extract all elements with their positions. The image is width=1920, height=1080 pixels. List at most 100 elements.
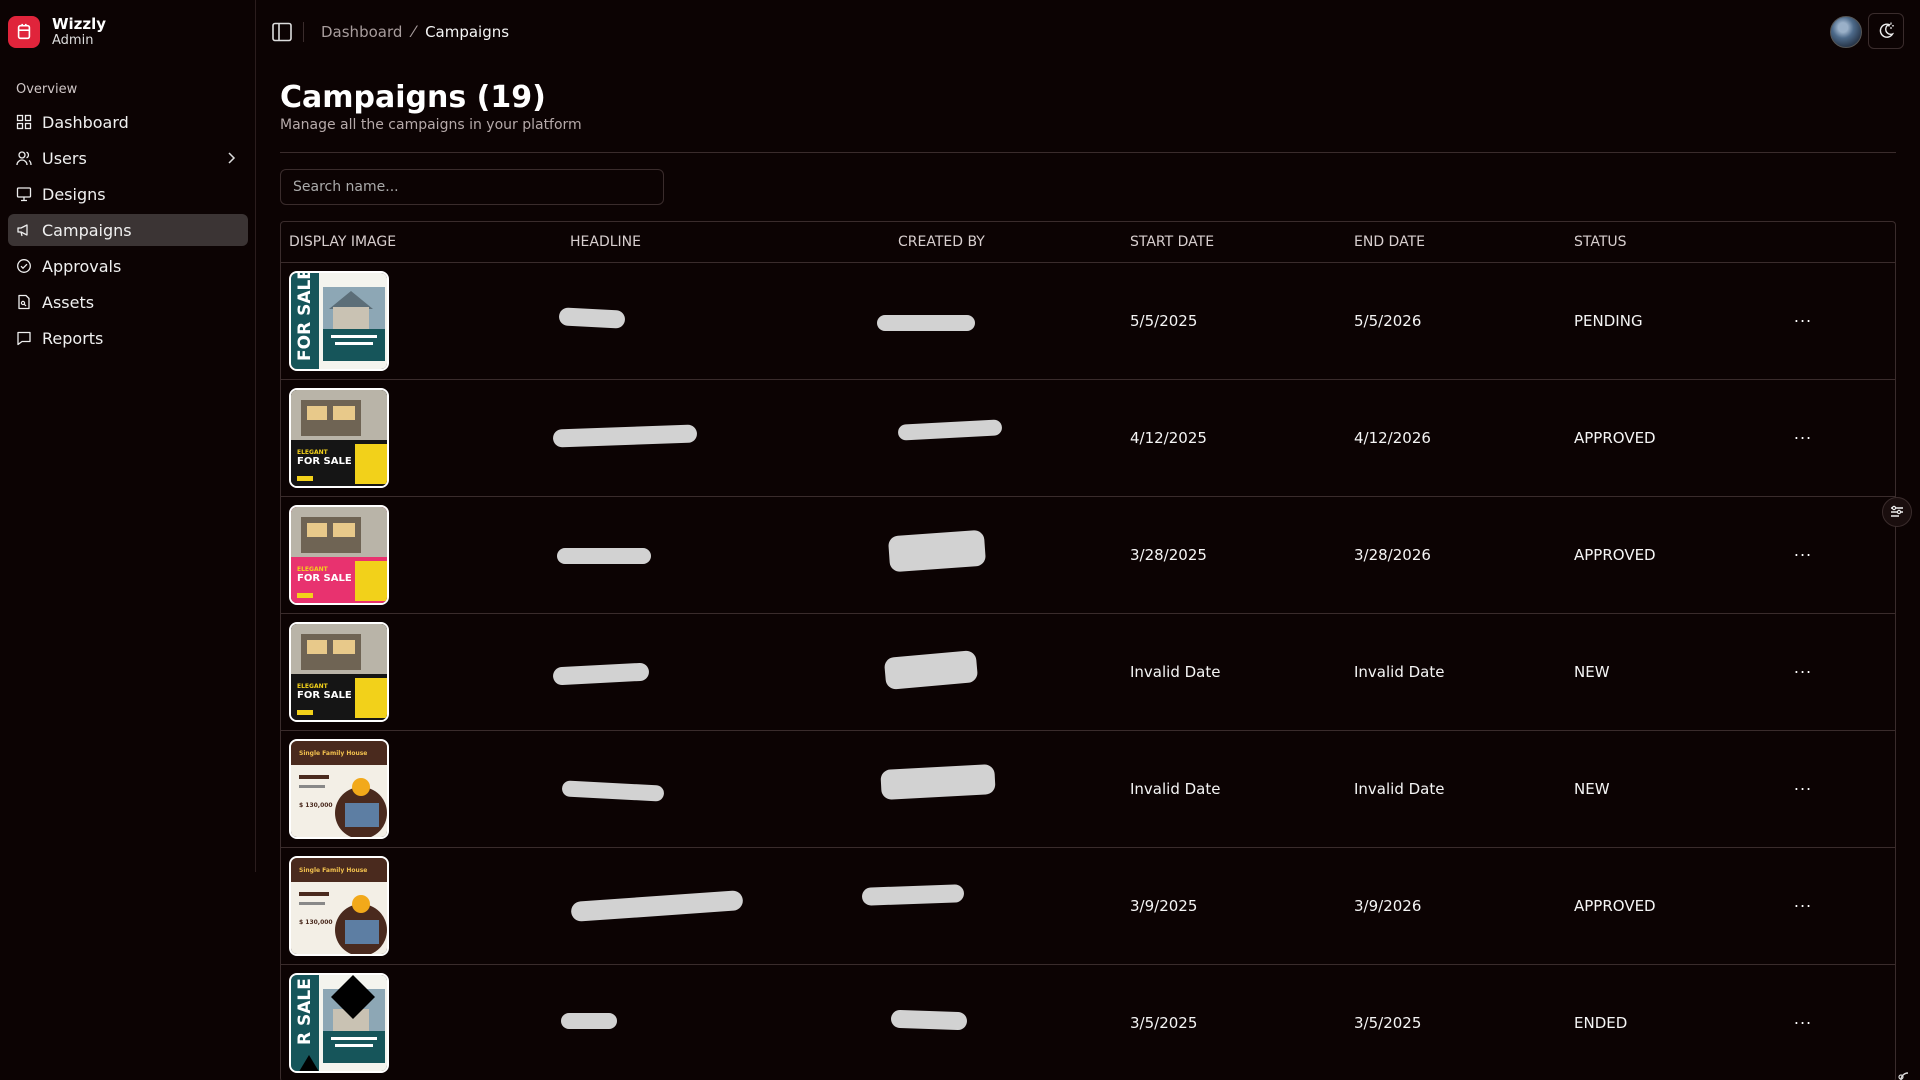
redacted-headline [552, 424, 698, 448]
redacted-creator [883, 650, 979, 690]
display-image: R SALE [289, 973, 389, 1073]
svg-text:FOR SALE: FOR SALE [297, 456, 352, 467]
sidebar-item-label: Campaigns [42, 220, 132, 240]
display-image: Single Family House $ 130,000 [289, 856, 389, 956]
sidebar-item-reports[interactable]: Reports [8, 322, 248, 354]
sidebar-item-label: Users [42, 148, 87, 168]
sidebar-item-dashboard[interactable]: Dashboard [8, 106, 248, 138]
svg-text:$ 130,000: $ 130,000 [299, 802, 333, 809]
sidebar-toggle-icon[interactable] [271, 21, 293, 43]
sliders-icon [1891, 505, 1903, 517]
sidebar-item-label: Reports [42, 328, 104, 348]
table-row[interactable]: ELEGANT FOR SALE 4/12/2025 4/12/2026 APPR… [281, 380, 1895, 497]
status-badge: APPROVED [1574, 897, 1656, 915]
end-date: 3/9/2026 [1354, 897, 1422, 915]
sidebar-item-designs[interactable]: Designs [8, 178, 248, 210]
status-badge: PENDING [1574, 312, 1643, 330]
divider [303, 22, 304, 42]
status-badge: APPROVED [1574, 429, 1656, 447]
table-row[interactable]: Single Family House $ 130,000 Invalid Dat… [281, 731, 1895, 848]
status-badge: APPROVED [1574, 546, 1656, 564]
sidebar-item-campaigns[interactable]: Campaigns [8, 214, 248, 246]
redacted-headline [557, 548, 651, 564]
col-start-date[interactable]: START DATE [1130, 234, 1214, 250]
end-date: 4/12/2026 [1354, 429, 1431, 447]
sidebar-item-label: Approvals [42, 256, 122, 276]
table-row[interactable]: FOR SALE 5/5/2025 5/5/2026 PENDING ··· [281, 263, 1895, 380]
start-date: Invalid Date [1130, 663, 1221, 681]
redacted-headline [558, 307, 626, 329]
sidebar-item-assets[interactable]: Assets [8, 286, 248, 318]
table-row[interactable]: R SALE 3/5/2025 3/5/2025 ENDED ··· [281, 965, 1895, 1080]
sidebar-item-label: Dashboard [42, 112, 129, 132]
table-row[interactable]: ELEGANT FOR SALE 3/28/2025 3/28/2026 APPR… [281, 497, 1895, 614]
col-display-image[interactable]: DISPLAY IMAGE [289, 234, 396, 250]
table-header: DISPLAY IMAGE HEADLINE CREATED BY START … [281, 222, 1895, 263]
search-input[interactable] [280, 169, 664, 205]
col-created-by[interactable]: CREATED BY [898, 234, 985, 250]
end-date: 3/28/2026 [1354, 546, 1431, 564]
redacted-creator [877, 315, 975, 331]
start-date: 3/9/2025 [1130, 897, 1198, 915]
sidebar-item-approvals[interactable]: Approvals [8, 250, 248, 282]
status-badge: ENDED [1574, 1014, 1628, 1032]
row-actions-button[interactable]: ··· [1791, 897, 1815, 916]
svg-text:ELEGANT: ELEGANT [297, 683, 329, 690]
col-headline[interactable]: HEADLINE [570, 234, 641, 250]
breadcrumb-separator: ⁄ [412, 22, 416, 41]
redacted-headline [552, 662, 650, 686]
brand-role: Admin [52, 33, 94, 48]
settings-fab-button[interactable] [1882, 497, 1912, 527]
svg-text:Single Family House: Single Family House [299, 867, 367, 874]
avatar[interactable] [1830, 16, 1862, 48]
message-icon [17, 331, 31, 346]
row-actions-button[interactable]: ··· [1791, 429, 1815, 448]
users-icon [16, 151, 32, 166]
sidebar-item-users[interactable]: Users [8, 142, 248, 174]
end-date: Invalid Date [1354, 780, 1445, 798]
nav-group-label: Overview [16, 82, 78, 97]
topbar: Dashboard ⁄ Campaigns [256, 0, 1920, 64]
start-date: Invalid Date [1130, 780, 1221, 798]
start-date: 3/28/2025 [1130, 546, 1207, 564]
col-status[interactable]: STATUS [1574, 234, 1627, 250]
row-actions-button[interactable]: ··· [1791, 1014, 1815, 1033]
col-end-date[interactable]: END DATE [1354, 234, 1425, 250]
row-actions-button[interactable]: ··· [1791, 312, 1815, 331]
table-row[interactable]: Single Family House $ 130,000 3/9/2025 3/… [281, 848, 1895, 965]
display-image: ELEGANT FOR SALE [289, 388, 389, 488]
svg-text:FOR SALE: FOR SALE [297, 690, 352, 701]
start-date: 5/5/2025 [1130, 312, 1198, 330]
chevron-right-icon [228, 152, 236, 164]
svg-text:$ 130,000: $ 130,000 [299, 919, 333, 926]
theme-toggle-button[interactable] [1868, 13, 1904, 49]
campaigns-table: DISPLAY IMAGE HEADLINE CREATED BY START … [280, 221, 1896, 1080]
divider [280, 152, 1896, 153]
redacted-creator [880, 764, 996, 800]
presentation-icon [16, 187, 32, 202]
redacted-headline [570, 890, 744, 922]
svg-text:ELEGANT: ELEGANT [297, 449, 329, 456]
status-badge: NEW [1574, 780, 1610, 798]
display-image: FOR SALE [289, 271, 389, 371]
megaphone-icon [17, 224, 28, 237]
breadcrumb-dashboard[interactable]: Dashboard [321, 23, 402, 41]
file-icon [18, 294, 30, 310]
sidebar-item-label: Designs [42, 184, 106, 204]
redacted-creator [887, 529, 987, 573]
row-actions-button[interactable]: ··· [1791, 663, 1815, 682]
breadcrumb: Dashboard ⁄ Campaigns [321, 22, 509, 41]
table-row[interactable]: ELEGANT FOR SALE Invalid Date Invalid Dat… [281, 614, 1895, 731]
svg-text:R SALE: R SALE [295, 978, 315, 1045]
sidebar-nav: Dashboard Users Designs Campaigns Approv… [8, 106, 248, 358]
brand[interactable]: Wizzly Admin [8, 15, 106, 49]
svg-text:FOR SALE: FOR SALE [295, 273, 315, 361]
end-date: 3/5/2025 [1354, 1014, 1422, 1032]
row-actions-button[interactable]: ··· [1791, 780, 1815, 799]
corner-widget-icon[interactable] [1892, 1066, 1910, 1080]
display-image: Single Family House $ 130,000 [289, 739, 389, 839]
page-title: Campaigns (19) [280, 80, 546, 115]
row-actions-button[interactable]: ··· [1791, 546, 1815, 565]
svg-text:ELEGANT: ELEGANT [297, 566, 329, 573]
redacted-creator [890, 1009, 968, 1031]
